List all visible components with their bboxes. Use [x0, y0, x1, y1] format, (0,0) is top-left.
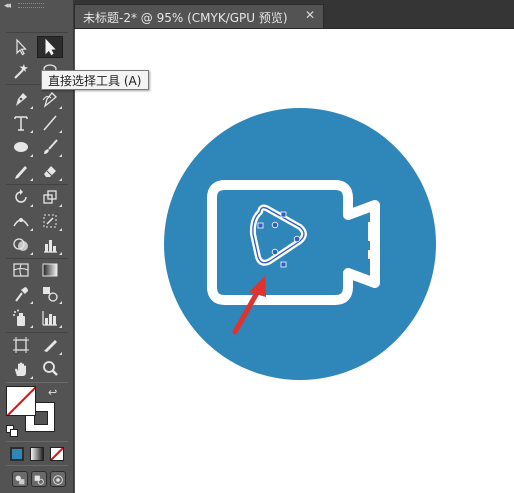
mesh-tool[interactable]	[8, 259, 34, 281]
line-icon	[43, 115, 57, 131]
curvature-tool[interactable]	[37, 88, 63, 110]
rotate-tool[interactable]	[8, 186, 34, 208]
eraser-icon	[44, 166, 56, 177]
line-segment-tool[interactable]	[37, 112, 63, 134]
fill-swatch[interactable]	[6, 386, 36, 416]
collapse-panel-icon[interactable]: ◂◂	[4, 1, 11, 11]
shape-builder-tool[interactable]	[8, 234, 34, 256]
hand-icon	[15, 362, 26, 376]
artboard-icon	[13, 337, 29, 353]
divider	[6, 382, 68, 383]
divider	[6, 465, 68, 466]
divider	[6, 441, 68, 442]
anchor-point[interactable]	[257, 222, 264, 229]
control-point[interactable]	[293, 235, 301, 243]
tooltip: 直接选择工具 (A)	[41, 70, 149, 90]
paintbrush-tool[interactable]	[37, 136, 63, 158]
divider	[6, 332, 68, 333]
gradient-icon	[42, 263, 58, 277]
divider	[6, 32, 68, 33]
eraser-tool[interactable]	[37, 160, 63, 182]
magic-wand-tool[interactable]	[8, 60, 34, 82]
white-arrow-icon	[16, 38, 27, 56]
graph-icon	[44, 240, 57, 253]
pen-tool[interactable]	[8, 88, 34, 110]
bar-chart-icon	[42, 311, 57, 326]
blend-tool[interactable]	[37, 283, 63, 305]
exclamation-bar[interactable]	[368, 222, 376, 241]
magic-wand-icon	[14, 64, 28, 79]
zoom-tool[interactable]	[37, 358, 63, 380]
black-arrow-icon	[45, 38, 56, 56]
shape-builder-icon	[13, 238, 28, 251]
draw-inside-icon	[53, 475, 63, 485]
eyedropper-tool[interactable]	[8, 283, 34, 305]
draw-inside-button[interactable]	[50, 471, 66, 487]
document-tab[interactable]: 未标题-2* @ 95% (CMYK/GPU 预览) ✕	[74, 4, 324, 28]
none-slash-icon	[51, 448, 63, 460]
draw-behind-button[interactable]	[31, 471, 47, 487]
mesh-icon	[13, 263, 29, 277]
symbol-sprayer-tool[interactable]	[8, 307, 34, 329]
close-icon[interactable]: ✕	[303, 8, 317, 22]
default-fill-stroke-icon[interactable]	[6, 425, 18, 437]
ellipse-tool[interactable]	[8, 136, 34, 158]
artwork	[164, 108, 436, 380]
direct-selection-tool[interactable]	[37, 36, 63, 58]
zoom-icon	[43, 361, 58, 376]
gradient-mode-button[interactable]	[30, 447, 44, 461]
type-icon	[14, 116, 28, 131]
swap-fill-stroke-icon[interactable]: ↩	[48, 386, 57, 399]
free-transform-tool[interactable]	[37, 210, 63, 232]
slice-icon	[44, 340, 57, 352]
slice-tool[interactable]	[37, 334, 63, 356]
column-graph-tool[interactable]	[37, 234, 63, 256]
draw-behind-icon	[34, 475, 44, 485]
document-tab-bar: 未标题-2* @ 95% (CMYK/GPU 预览) ✕	[74, 0, 514, 29]
free-transform-icon	[43, 214, 57, 228]
panel-grip[interactable]	[18, 3, 44, 8]
width-tool[interactable]	[8, 210, 34, 232]
draw-normal-button[interactable]	[12, 471, 28, 487]
blend-icon	[43, 287, 58, 302]
type-tool[interactable]	[8, 112, 34, 134]
eyedropper-icon	[15, 287, 28, 302]
pen-icon	[16, 93, 27, 106]
draw-normal-icon	[15, 475, 25, 485]
anchor-point[interactable]	[280, 211, 287, 218]
bar-graph-tool[interactable]	[37, 307, 63, 329]
symbol-sprayer-icon	[13, 309, 25, 326]
gradient-tool[interactable]	[37, 259, 63, 281]
width-icon	[13, 218, 29, 227]
hand-tool[interactable]	[8, 358, 34, 380]
selection-tool[interactable]	[8, 36, 34, 58]
pencil-icon	[15, 166, 27, 179]
anchor-point[interactable]	[280, 261, 287, 268]
pencil-tool[interactable]	[8, 160, 34, 182]
exclamation-dot[interactable]	[368, 250, 376, 259]
none-mode-button[interactable]	[50, 447, 64, 461]
paintbrush-icon	[44, 139, 58, 154]
scale-tool[interactable]	[37, 186, 63, 208]
control-point[interactable]	[271, 221, 279, 229]
scale-icon	[43, 190, 57, 204]
artboard-tool[interactable]	[8, 334, 34, 356]
document-tab-title: 未标题-2* @ 95% (CMYK/GPU 预览)	[83, 11, 288, 25]
color-mode-button[interactable]	[10, 447, 24, 461]
divider	[6, 184, 68, 185]
rotate-icon	[15, 189, 27, 203]
curvature-pen-icon	[42, 92, 57, 108]
control-point[interactable]	[271, 248, 279, 256]
artboard-canvas[interactable]	[75, 29, 514, 493]
none-slash-icon	[7, 387, 35, 415]
ellipse-icon	[14, 142, 28, 152]
